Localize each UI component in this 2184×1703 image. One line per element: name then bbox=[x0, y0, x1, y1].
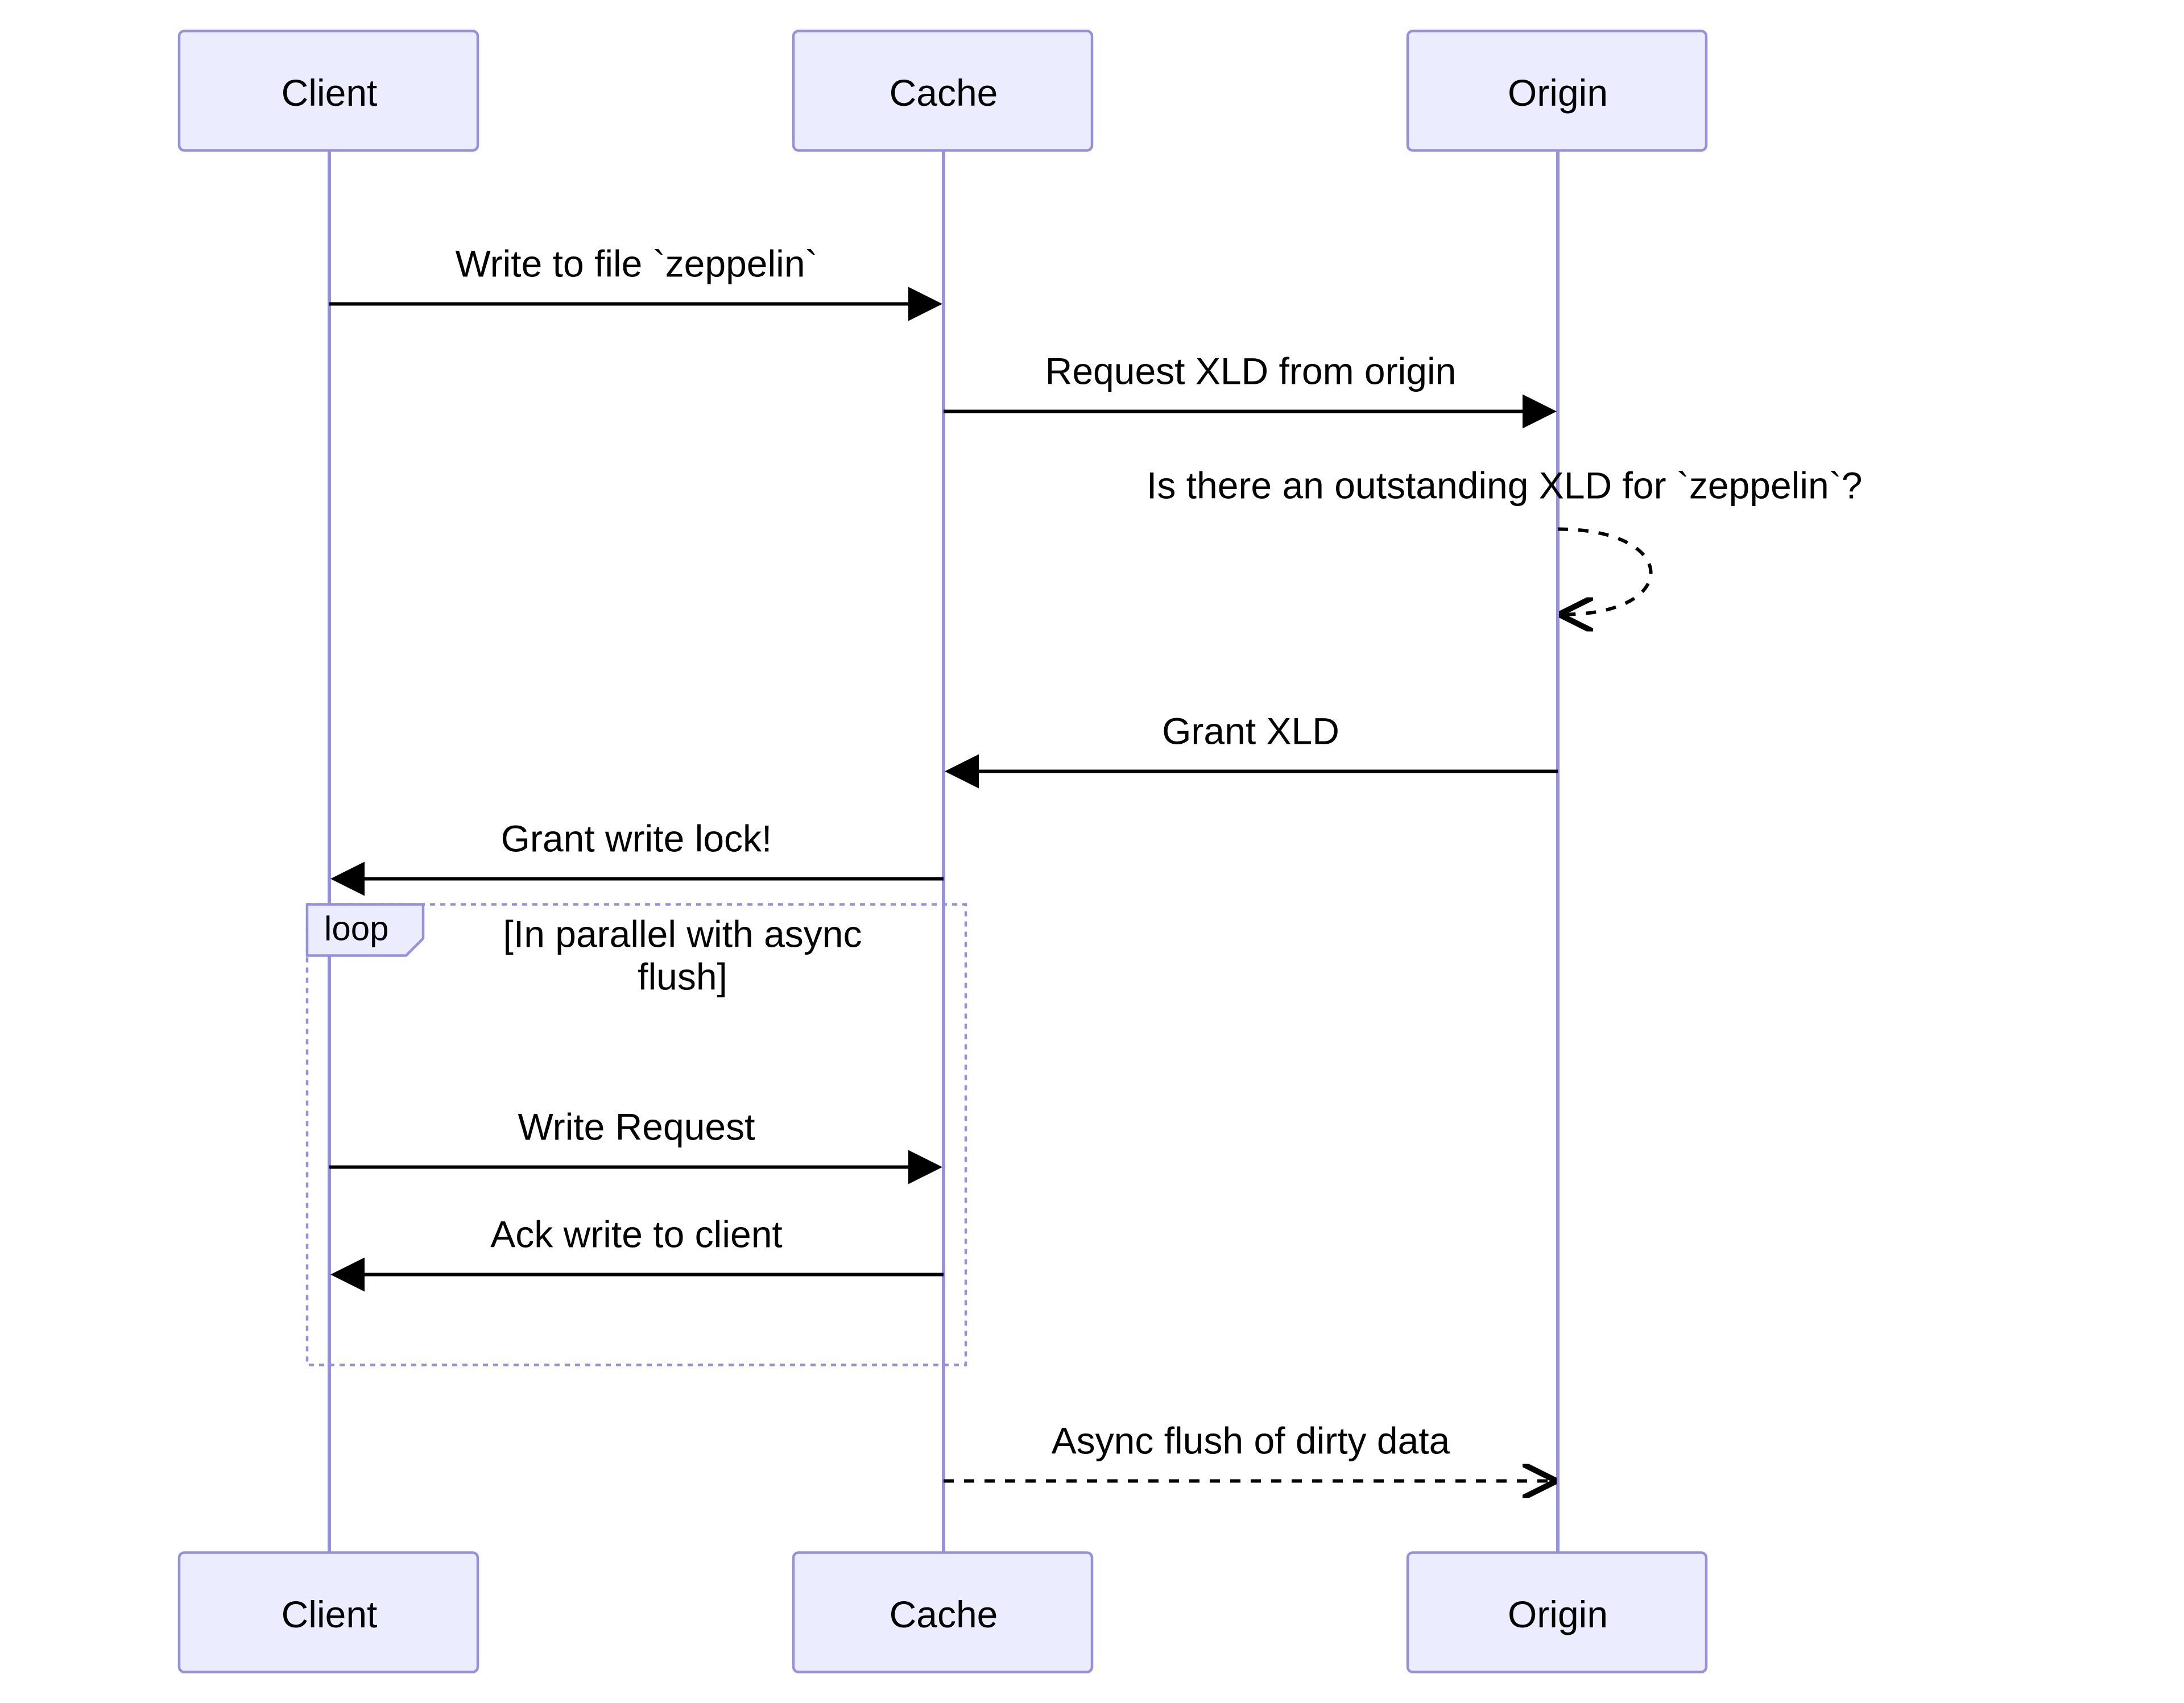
msg3-self-arrow bbox=[1558, 529, 1651, 615]
actor-cache-label-top: Cache bbox=[890, 72, 998, 114]
msg8-label: Async flush of dirty data bbox=[1052, 1420, 1450, 1462]
actor-client-label-top: Client bbox=[282, 72, 378, 114]
loop-condition-2: flush] bbox=[638, 956, 727, 998]
actor-origin-label-bottom: Origin bbox=[1508, 1593, 1608, 1635]
msg2-label: Request XLD from origin bbox=[1045, 350, 1457, 392]
msg7-label: Ack write to client bbox=[490, 1213, 783, 1256]
actor-cache-label-bottom: Cache bbox=[890, 1593, 998, 1635]
loop-condition-1: [In parallel with async bbox=[503, 913, 862, 955]
msg5-label: Grant write lock! bbox=[501, 818, 772, 860]
loop-tag-label: loop bbox=[324, 910, 388, 948]
msg4-label: Grant XLD bbox=[1162, 710, 1339, 752]
actor-origin-label-top: Origin bbox=[1508, 72, 1608, 114]
actor-origin-top: Origin bbox=[1408, 31, 1706, 151]
actor-cache-bottom: Cache bbox=[793, 1553, 1092, 1672]
actor-origin-bottom: Origin bbox=[1408, 1553, 1706, 1672]
sequence-diagram: Client Cache Origin Write to file `zeppe… bbox=[0, 0, 2184, 1703]
actor-cache-top: Cache bbox=[793, 31, 1092, 151]
msg3-label: Is there an outstanding XLD for `zeppeli… bbox=[1147, 465, 1862, 507]
actor-client-label-bottom: Client bbox=[282, 1593, 378, 1635]
actor-client-top: Client bbox=[179, 31, 478, 151]
msg1-label: Write to file `zeppelin` bbox=[455, 243, 817, 285]
msg6-label: Write Request bbox=[518, 1106, 755, 1148]
actor-client-bottom: Client bbox=[179, 1553, 478, 1672]
